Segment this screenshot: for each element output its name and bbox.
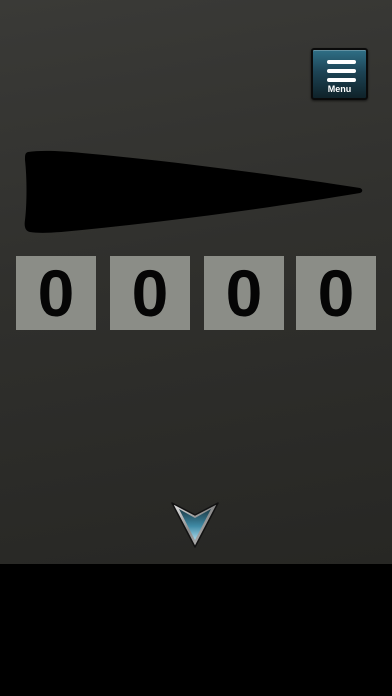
menu-label: Menu	[327, 84, 352, 94]
bottom-bar	[0, 564, 392, 696]
game-screen: Menu 0 0 0 0	[0, 0, 392, 696]
digit-tile-3[interactable]: 0	[204, 256, 284, 330]
chevron-down-icon[interactable]	[170, 497, 220, 549]
digit-tile-2[interactable]: 0	[110, 256, 190, 330]
combination-lock: 0 0 0 0	[16, 256, 376, 330]
room-view: Menu 0 0 0 0	[0, 0, 392, 564]
menu-button[interactable]: Menu	[311, 48, 368, 100]
digit-tile-1[interactable]: 0	[16, 256, 96, 330]
black-wedge-clue	[24, 150, 363, 233]
digit-tile-4[interactable]: 0	[296, 256, 376, 330]
